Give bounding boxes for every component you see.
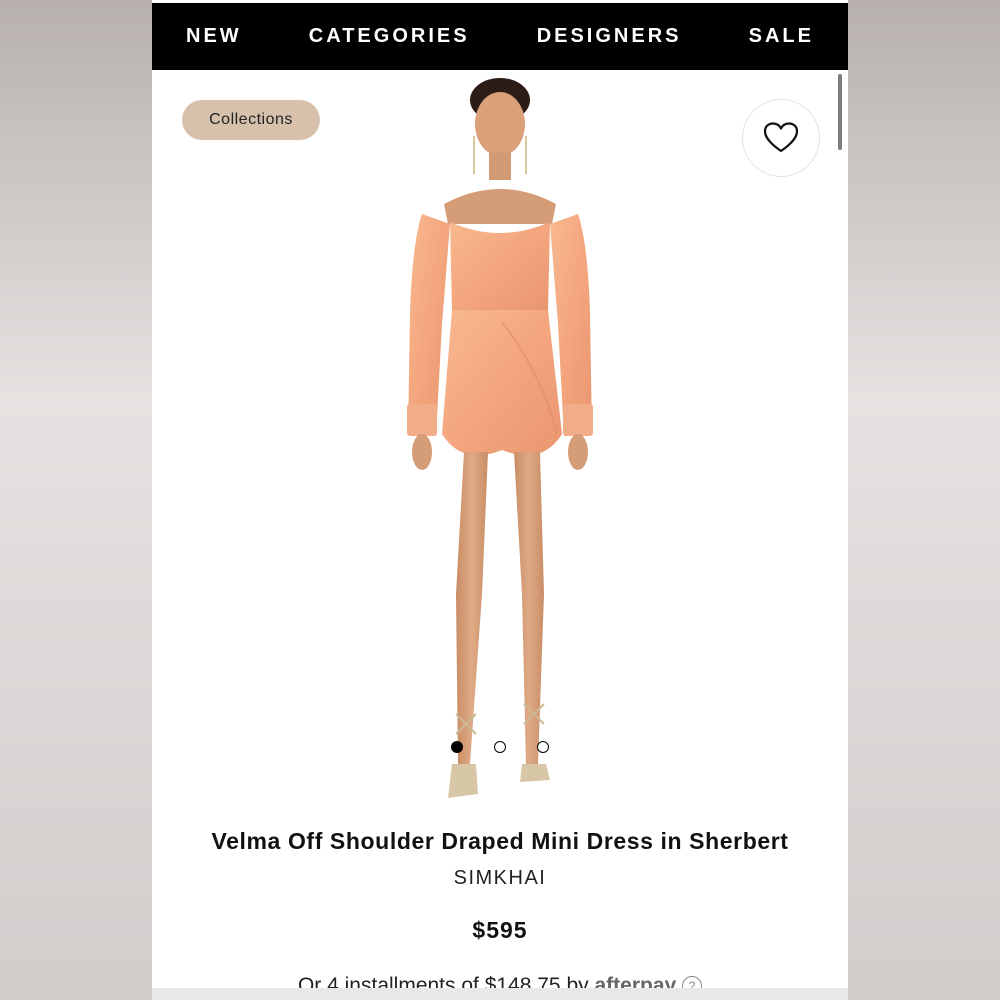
bottom-bar bbox=[152, 988, 848, 1000]
product-title: Velma Off Shoulder Draped Mini Dress in … bbox=[211, 828, 789, 854]
background-left bbox=[0, 0, 152, 1000]
carousel-dot-3[interactable] bbox=[537, 741, 549, 753]
nav-item-categories[interactable]: CATEGORIES bbox=[309, 25, 470, 48]
carousel-dots bbox=[152, 741, 848, 757]
collections-badge[interactable]: Collections bbox=[182, 100, 320, 140]
nav-item-designers[interactable]: DESIGNERS bbox=[537, 25, 682, 48]
product-brand[interactable]: SIMKHAI bbox=[152, 867, 848, 890]
background-right bbox=[848, 0, 1000, 1000]
nav-item-new[interactable]: NEW bbox=[186, 25, 242, 48]
nav-item-sale[interactable]: SALE bbox=[749, 25, 814, 48]
product-image[interactable] bbox=[352, 74, 652, 814]
carousel-dot-2[interactable] bbox=[494, 741, 506, 753]
wishlist-button[interactable] bbox=[742, 99, 820, 177]
scrollbar[interactable] bbox=[838, 74, 842, 150]
carousel-dot-1[interactable] bbox=[451, 741, 463, 753]
top-nav: NEW CATEGORIES DESIGNERS SALE bbox=[152, 3, 848, 70]
heart-icon bbox=[764, 122, 798, 153]
product-price: $595 bbox=[472, 917, 528, 943]
phone-screen: NEW CATEGORIES DESIGNERS SALE Collection… bbox=[152, 0, 848, 1000]
